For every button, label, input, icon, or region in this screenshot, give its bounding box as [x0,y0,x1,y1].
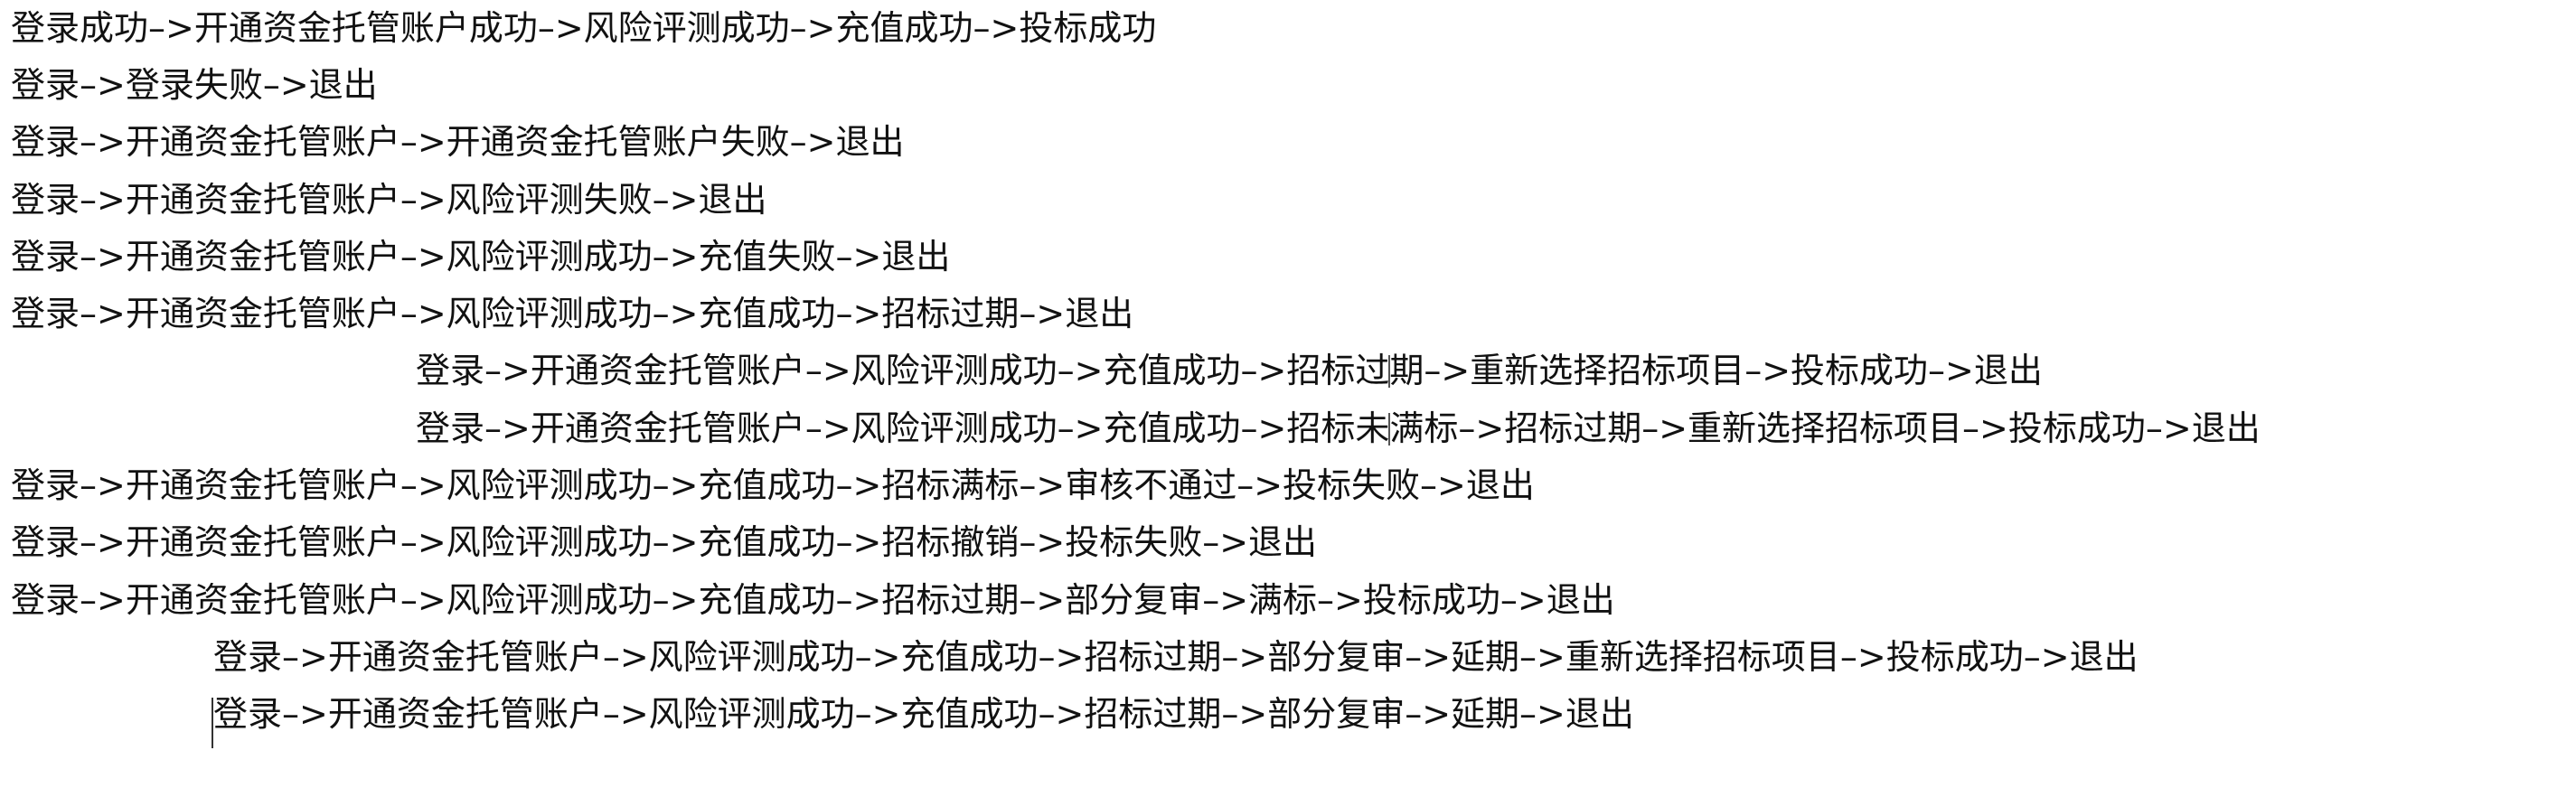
flow-line-10: 登录–>开通资金托管账户–>风险评测成功–>充值成功–>招标撤销–>投标失败–>… [11,522,1318,562]
flow-line-12: 登录–>开通资金托管账户–>风险评测成功–>充值成功–>招标过期–>部分复审–>… [213,637,2139,677]
flow-line-13: 登录–>开通资金托管账户–>风险评测成功–>充值成功–>招标过期–>部分复审–>… [213,694,1634,734]
flow-line-3: 登录–>开通资金托管账户–>开通资金托管账户失败–>退出 [11,122,905,162]
text-cursor [212,698,213,748]
flow-line-11: 登录–>开通资金托管账户–>风险评测成功–>充值成功–>招标过期–>部分复审–>… [11,580,1615,620]
flow-line-9: 登录–>开通资金托管账户–>风险评测成功–>充值成功–>招标满标–>审核不通过–… [11,465,1535,505]
cursor-mark-line-7 [1388,355,1390,388]
flow-line-8: 登录–>开通资金托管账户–>风险评测成功–>充值成功–>招标未满标–>招标过期–… [416,408,2261,448]
flow-line-7: 登录–>开通资金托管账户–>风险评测成功–>充值成功–>招标过期–>重新选择招标… [416,351,2043,390]
flow-line-2: 登录–>登录失败–>退出 [11,65,378,105]
flow-line-1: 登录成功–>开通资金托管账户成功–>风险评测成功–>充值成功–>投标成功 [11,8,1157,48]
document-canvas[interactable]: 登录成功–>开通资金托管账户成功–>风险评测成功–>充值成功–>投标成功 登录–… [0,0,2576,788]
flow-line-5: 登录–>开通资金托管账户–>风险评测成功–>充值失败–>退出 [11,237,951,277]
flow-line-6: 登录–>开通资金托管账户–>风险评测成功–>充值成功–>招标过期–>退出 [11,294,1134,333]
cursor-mark-line-8 [1388,413,1390,446]
flow-line-4: 登录–>开通资金托管账户–>风险评测失败–>退出 [11,180,767,220]
